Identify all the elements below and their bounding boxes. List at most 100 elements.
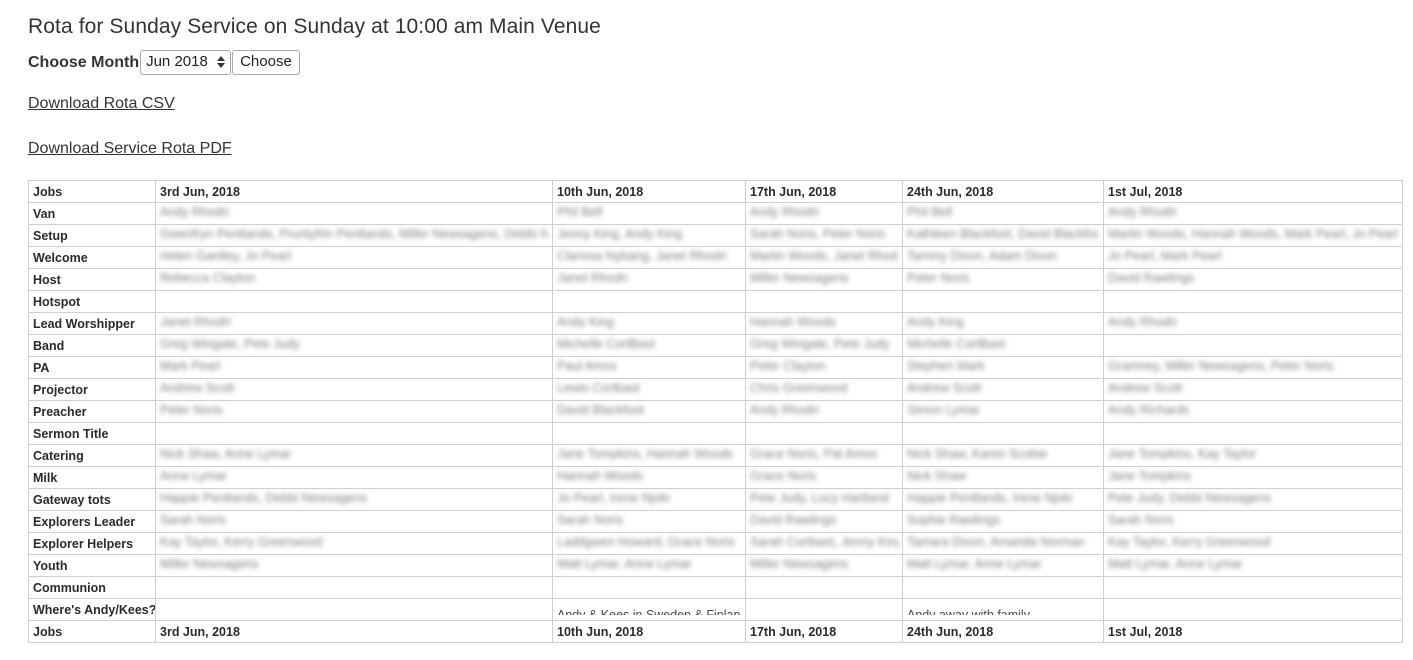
redacted-names: Jane Tompkins, Kay Taylor — [1108, 447, 1257, 461]
redacted-names: Andy Rhodri — [1108, 205, 1177, 219]
redacted-names: Andy King — [907, 315, 964, 329]
assignment-cell: Phil Bell — [902, 202, 1104, 225]
table-row: Van Andy Rhodri Phil Bell Andy Rhodri Phil B… — [28, 202, 1403, 225]
job-label: Where's Andy/Kees? — [28, 598, 156, 621]
redacted-names: Peter Clayton — [750, 359, 826, 373]
assignment-cell: Jane Tompkins, Kay Taylor — [1103, 444, 1403, 467]
redacted-names: Andrew Scott — [1108, 381, 1183, 395]
assignment-cell: Andy Rhodri — [1103, 312, 1403, 335]
redacted-names: Tammy Dixon, Adam Dixon — [907, 249, 1058, 263]
redacted-names: Peter Noris — [907, 271, 970, 285]
column-header-date: 24th Jun, 2018 — [902, 180, 1104, 203]
assignment-cell: Paul Amos — [552, 356, 746, 379]
assignment-cell: Andrew Scott — [902, 378, 1104, 401]
job-label: Projector — [28, 378, 156, 401]
assignment-cell: Nick Shaw, Karen Scobie — [902, 444, 1104, 467]
assignment-cell: Helen Gantley, Jo Pearl — [155, 246, 553, 269]
assignment-cell: Martin Woods, Janet Rhodri — [745, 246, 903, 269]
table-row: PA Mark Pearl Paul Amos Peter Clayton Stephe… — [28, 356, 1403, 379]
assignment-cell: Tammy Dixon, Adam Dixon — [902, 246, 1104, 269]
column-header-date: 1st Jul, 2018 — [1103, 180, 1403, 203]
job-label: Lead Worshipper — [28, 312, 156, 335]
assignment-cell: Stephen Mark — [902, 356, 1104, 379]
rota-table-head: Jobs 3rd Jun, 2018 10th Jun, 2018 17th Jun,… — [28, 180, 1403, 203]
month-chooser-row: Choose Month Jun 2018 Choose — [0, 40, 1413, 75]
job-label: Youth — [28, 554, 156, 577]
redacted-names: Jo Pearl, Mark Pearl — [1108, 249, 1222, 263]
table-row: Explorer Helpers Kay Taylor, Kerry Greenw… — [28, 532, 1403, 555]
assignment-cell: Andy Rhodri — [1103, 202, 1403, 225]
job-label: Preacher — [28, 400, 156, 423]
job-label: Milk — [28, 466, 156, 489]
redacted-names: Andy Richards — [1108, 403, 1190, 417]
assignment-cell: Rebecca Clayton — [155, 268, 553, 291]
column-header-jobs: Jobs — [28, 180, 156, 203]
assignment-cell: Miller Newsagens — [745, 268, 903, 291]
redacted-names: Chris Greenwood — [750, 381, 848, 395]
assignment-cell: Jane Tompkins — [1103, 466, 1403, 489]
job-label: PA — [28, 356, 156, 379]
rota-page: Rota for Sunday Service on Sunday at 10:… — [0, 0, 1413, 660]
month-select[interactable]: Jun 2018 — [140, 49, 232, 75]
table-row: Lead Worshipper Janet Rhodri Andy King Hann… — [28, 312, 1403, 335]
assignment-cell: Jane Tompkins, Hannah Woods — [552, 444, 746, 467]
assignment-cell: Peter Noris — [155, 400, 553, 423]
assignment-cell: Mark Pearl — [155, 356, 553, 379]
assignment-cell: Matt Lymar, Anne Lymar — [902, 554, 1104, 577]
table-footer-row: Jobs 3rd Jun, 2018 10th Jun, 2018 17th Jun,… — [28, 620, 1403, 643]
assignment-cell: Andrew Scott — [155, 378, 553, 401]
column-header-date: 17th Jun, 2018 — [745, 180, 903, 203]
assignment-cell — [902, 422, 1104, 445]
redacted-names: Hannah Woods — [750, 315, 836, 329]
redacted-names: Grace Noris — [750, 469, 817, 483]
footer-header-date: 1st Jul, 2018 — [1103, 620, 1403, 643]
assignment-cell — [902, 290, 1104, 313]
assignment-cell: Grace Noris — [745, 466, 903, 489]
redacted-names: Matt Lymar, Anne Lymar — [907, 557, 1042, 571]
assignment-cell: Happie Pentlands, Irene Njoki — [902, 488, 1104, 511]
assignment-cell: Matt Lymar, Anne Lymar — [552, 554, 746, 577]
assignment-cell — [745, 576, 903, 599]
assignment-cell: Laddgwen Howard, Grace Noris — [552, 532, 746, 555]
download-service-rota-pdf-link[interactable]: Download Service Rota PDF — [0, 113, 1413, 158]
assignment-cell: Andy Rhodri — [155, 202, 553, 225]
footer-header-date: 17th Jun, 2018 — [745, 620, 903, 643]
table-row: Milk Anne Lymar Hannah Woods Grace Noris Nic… — [28, 466, 1403, 489]
job-label: Explorers Leader — [28, 510, 156, 533]
assignment-cell: Andy Richards — [1103, 400, 1403, 423]
rota-table: Jobs 3rd Jun, 2018 10th Jun, 2018 17th Jun,… — [28, 180, 1403, 643]
choose-button[interactable]: Choose — [232, 49, 300, 75]
assignment-cell: Simon Lymar — [902, 400, 1104, 423]
redacted-names: Gramney, Miller Newsagens, Peter Noris — [1108, 359, 1334, 373]
redacted-names: Andy Rhodri — [750, 205, 819, 219]
redacted-names: David Rawlings — [750, 513, 837, 527]
redacted-names: Martin Woods, Janet Rhodri — [750, 249, 898, 263]
assignment-cell — [155, 422, 553, 445]
assignment-cell: Sophie Rawlings — [902, 510, 1104, 533]
redacted-names: Peter Noris — [160, 403, 223, 417]
download-rota-csv-link[interactable]: Download Rota CSV — [0, 70, 1413, 113]
assignment-cell: Happie Pentlands, Debbi Newsagens — [155, 488, 553, 511]
job-label: Welcome — [28, 246, 156, 269]
footer-header-jobs: Jobs — [28, 620, 156, 643]
redacted-names: Pete Judy, Lucy Hartland — [750, 491, 889, 505]
redacted-names: Miller Newsagens — [750, 271, 849, 285]
redacted-names: Sarah Noris — [557, 513, 623, 527]
redacted-names: Laddgwen Howard, Grace Noris — [557, 535, 735, 549]
redacted-names: Greg Wingate, Pete Judy — [750, 337, 890, 351]
assignment-cell: Kathleen Blackfoot, David Blackfoot — [902, 224, 1104, 247]
job-label: Host — [28, 268, 156, 291]
redacted-names: Greg Wingate, Pete Judy — [160, 337, 300, 351]
redacted-names: Jane Tompkins — [1108, 469, 1192, 483]
assignment-cell: Anne Lymar — [155, 466, 553, 489]
job-label: Catering — [28, 444, 156, 467]
redacted-names: David Rawlings — [1108, 271, 1195, 285]
footer-header-date: 10th Jun, 2018 — [552, 620, 746, 643]
assignment-cell: David Rawlings — [1103, 268, 1403, 291]
assignment-cell: Kay Taylor, Kerry Greenwood — [1103, 532, 1403, 555]
page-title: Rota for Sunday Service on Sunday at 10:… — [28, 15, 601, 38]
redacted-names: Lewis Cortbast — [557, 381, 640, 395]
redacted-names: Jenny King, Andy King — [557, 227, 683, 241]
table-row: Communion — [28, 576, 1403, 599]
assignment-cell: Janet Rhodri — [552, 268, 746, 291]
